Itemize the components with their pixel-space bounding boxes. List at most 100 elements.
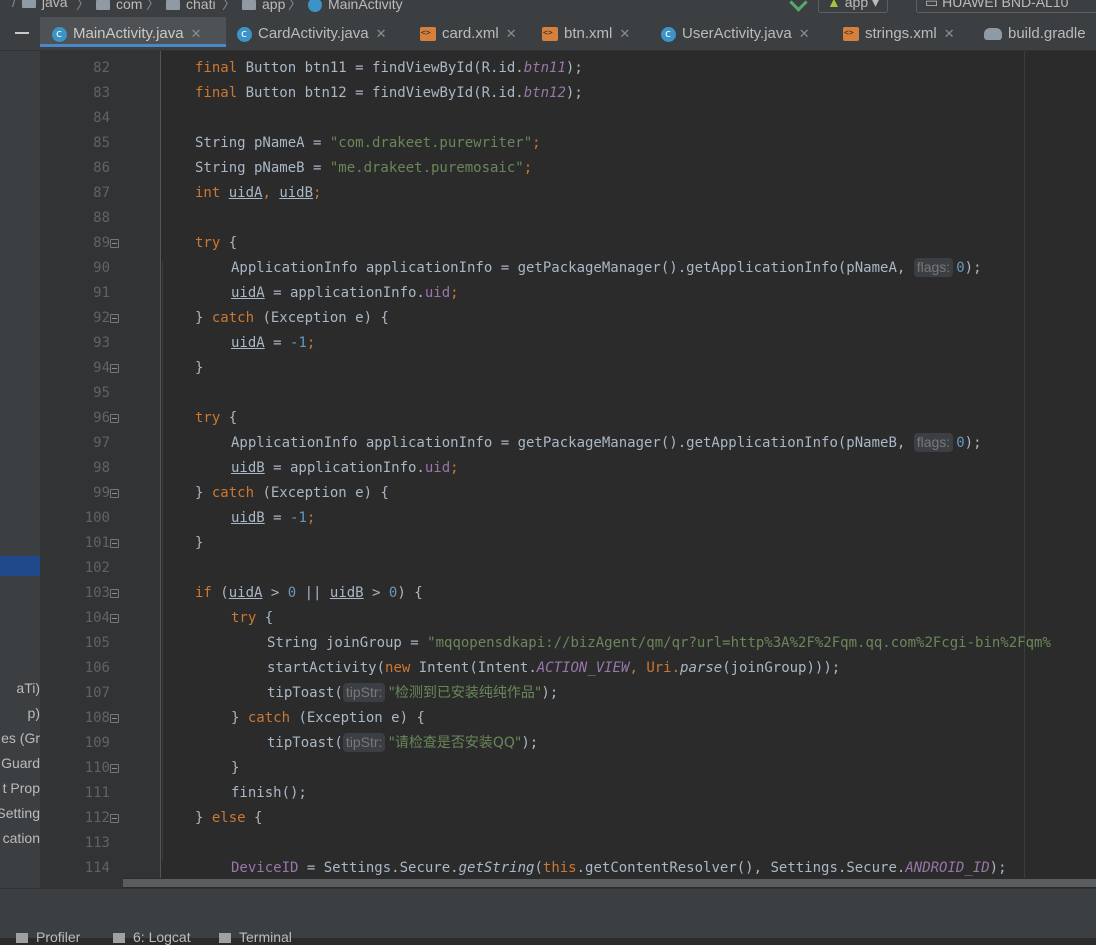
code-line[interactable]: } [195,356,203,381]
project-tree-item[interactable]: t Prop [3,780,40,796]
code-line[interactable]: final Button btn11 = findViewById(R.id.b… [195,56,583,81]
line-number: 88 [93,210,110,226]
code-line[interactable]: try { [195,231,237,256]
project-tree-item[interactable]: es (Gr [1,730,40,746]
code-line[interactable]: } else { [195,806,262,831]
tab-strings-xml[interactable]: strings.xml ✕ [843,17,955,50]
fold-marker-icon[interactable] [110,764,119,773]
close-icon[interactable]: ✕ [376,26,387,41]
minimize-icon[interactable] [15,32,29,34]
code-line[interactable]: String pNameA = "com.drakeet.purewriter"… [195,131,541,156]
tab-mainactivity-java[interactable]: MainActivity.java ✕ [40,17,226,47]
code-line[interactable]: int uidA, uidB; [195,181,321,206]
fold-marker-icon[interactable] [110,239,119,248]
navigation-bar: / java 〉 com 〉 chati 〉 app 〉 MainActivity ▲ a… [0,0,1096,17]
code-text: ); [964,260,982,276]
breadcrumb-java[interactable]: / java [8,0,68,10]
tab-card-xml[interactable]: card.xml ✕ [420,17,517,50]
code-line[interactable]: uidA = applicationInfo.uid; [231,281,459,306]
code-line[interactable]: } catch (Exception e) { [231,706,425,731]
fold-marker-icon[interactable] [110,314,119,323]
tab-useractivity-java[interactable]: UserActivity.java ✕ [661,17,810,50]
code-line[interactable]: String joinGroup = "mqqopensdkapi://bizA… [267,631,1051,656]
code-line[interactable]: finish(); [231,781,307,806]
number-literal: -1 [290,510,307,526]
device-select[interactable]: ▭ HUAWEI BND-AL10 [916,0,1096,13]
line-number: 97 [93,435,110,451]
fold-marker-icon[interactable] [110,589,119,598]
project-tree-item[interactable]: Guard [1,755,40,771]
terminal-tool-button[interactable]: Terminal [219,929,292,945]
horizontal-scrollbar-thumb[interactable] [123,879,1096,887]
code-text: ; [523,160,533,176]
line-number: 98 [93,460,110,476]
keyword: try [195,410,221,426]
keyword: int [195,185,221,201]
line-number: 84 [93,110,110,126]
fold-marker-icon[interactable] [110,539,119,548]
breadcrumb-app[interactable]: 〉 app [218,0,285,14]
code-line[interactable]: } [195,531,203,556]
breadcrumb-mainactivity[interactable]: 〉 MainActivity [284,0,403,14]
project-tree-item[interactable]: cation [3,830,40,846]
code-line[interactable]: String pNameB = "me.drakeet.puremosaic"; [195,156,532,181]
code-line[interactable]: startActivity(new Intent(Intent.ACTION_V… [267,656,840,681]
fold-marker-icon[interactable] [110,614,119,623]
code-line[interactable]: uidA = -1; [231,331,315,356]
right-margin-guide [1024,51,1025,888]
build-hammer-icon[interactable] [789,0,808,12]
code-line[interactable]: tipToast(tipStr: "请检查是否安装QQ"); [267,731,538,756]
fold-marker-icon[interactable] [110,714,119,723]
horizontal-scrollbar[interactable] [123,878,1096,888]
code-line[interactable]: final Button btn12 = findViewById(R.id.b… [195,81,583,106]
code-text: ApplicationInfo applicationInfo = getPac… [231,435,914,451]
keyword: final [195,60,238,76]
java-class-icon [661,26,676,42]
project-tree-selected-row[interactable] [0,556,40,576]
field: btn12 [523,85,566,101]
code-text: (joinGroup))); [722,660,841,676]
tab-build-gradle[interactable]: build.gradle [984,17,1086,50]
code-line[interactable]: } [231,756,239,781]
code-line[interactable]: uidB = -1; [231,506,315,531]
project-tree-item[interactable]: p) [28,705,40,721]
fold-marker-icon[interactable] [110,414,119,423]
close-icon[interactable]: ✕ [506,26,517,41]
variable: uidA [228,585,263,601]
breadcrumb-com[interactable]: 〉 com [72,0,142,14]
code-line[interactable]: } catch (Exception e) { [195,481,389,506]
close-icon[interactable]: ✕ [619,26,630,41]
code-line[interactable]: ApplicationInfo applicationInfo = getPac… [231,431,982,456]
java-class-icon [237,26,252,42]
code-line[interactable]: ApplicationInfo applicationInfo = getPac… [231,256,982,281]
code-text: Intent(Intent. [410,660,537,676]
field: DeviceID [231,860,299,876]
fold-marker-icon[interactable] [110,364,119,373]
code-text: > [363,585,389,601]
code-line[interactable]: try { [195,406,237,431]
method: parse [680,660,723,676]
code-line[interactable]: try { [231,606,273,631]
close-icon[interactable]: ✕ [799,26,810,41]
run-configuration-select[interactable]: ▲ app ▾ [818,0,889,13]
code-editor[interactable]: 82 83 84 85 86 87 88 89 90 91 92 93 94 9… [40,51,1096,888]
device-icon: ▭ [925,0,943,10]
fold-marker-icon[interactable] [110,489,119,498]
line-number: 85 [93,135,110,151]
variable: uidA [231,285,265,301]
fold-marker-icon[interactable] [110,814,119,823]
project-tree-item[interactable]: Setting [0,805,40,821]
tab-btn-xml[interactable]: btn.xml ✕ [542,17,630,50]
xml-file-icon [542,26,558,42]
code-line[interactable]: if (uidA > 0 || uidB > 0) { [195,581,423,606]
code-line[interactable]: tipToast(tipStr: "检测到已安装纯纯作品"); [267,681,558,706]
close-icon[interactable]: ✕ [191,26,202,41]
tab-cardactivity-java[interactable]: CardActivity.java ✕ [237,17,387,50]
profiler-tool-button[interactable]: Profiler [16,929,80,945]
code-line[interactable]: } catch (Exception e) { [195,306,389,331]
code-line[interactable]: uidB = applicationInfo.uid; [231,456,459,481]
project-tree-item[interactable]: aTi) [16,680,40,696]
breadcrumb-chati[interactable]: 〉 chati [142,0,216,14]
close-icon[interactable]: ✕ [944,26,955,41]
logcat-tool-button[interactable]: 6: Logcat [113,929,191,945]
